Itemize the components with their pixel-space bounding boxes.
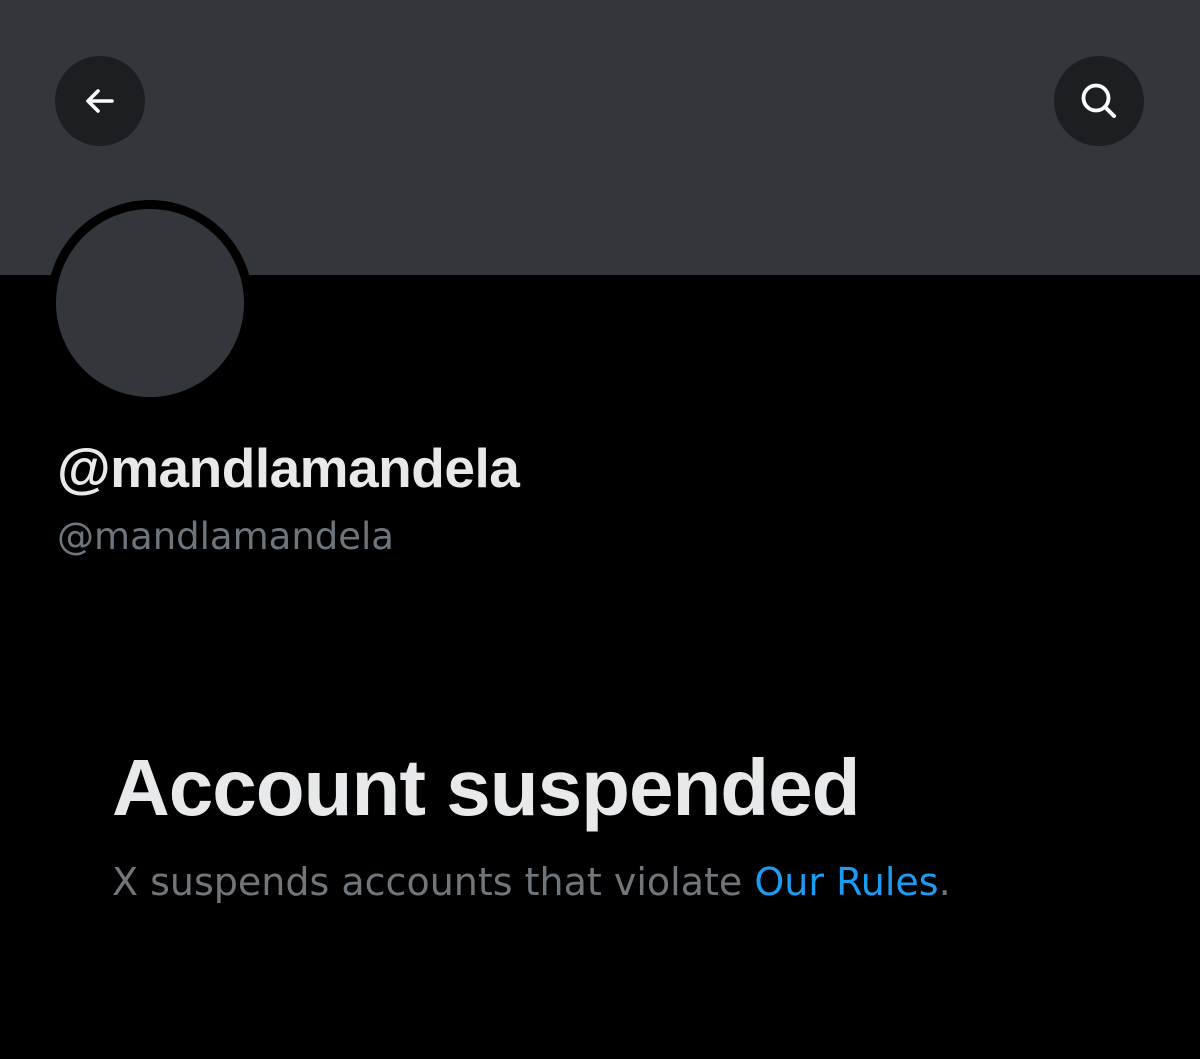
arrow-left-icon — [86, 89, 114, 113]
suspended-description-period: . — [938, 860, 951, 904]
suspended-description: X suspends accounts that violate Our Rul… — [112, 860, 951, 904]
profile-handle: @mandlamandela — [57, 515, 394, 558]
avatar[interactable] — [56, 209, 244, 397]
back-button[interactable] — [55, 56, 145, 146]
our-rules-link[interactable]: Our Rules — [754, 860, 938, 904]
suspended-title: Account suspended — [112, 743, 861, 832]
suspended-description-text: X suspends accounts that violate — [112, 860, 755, 904]
search-button[interactable] — [1054, 56, 1144, 146]
profile-display-name: @mandlamandela — [57, 437, 520, 499]
search-icon — [1081, 83, 1116, 118]
avatar-ring — [47, 200, 253, 406]
